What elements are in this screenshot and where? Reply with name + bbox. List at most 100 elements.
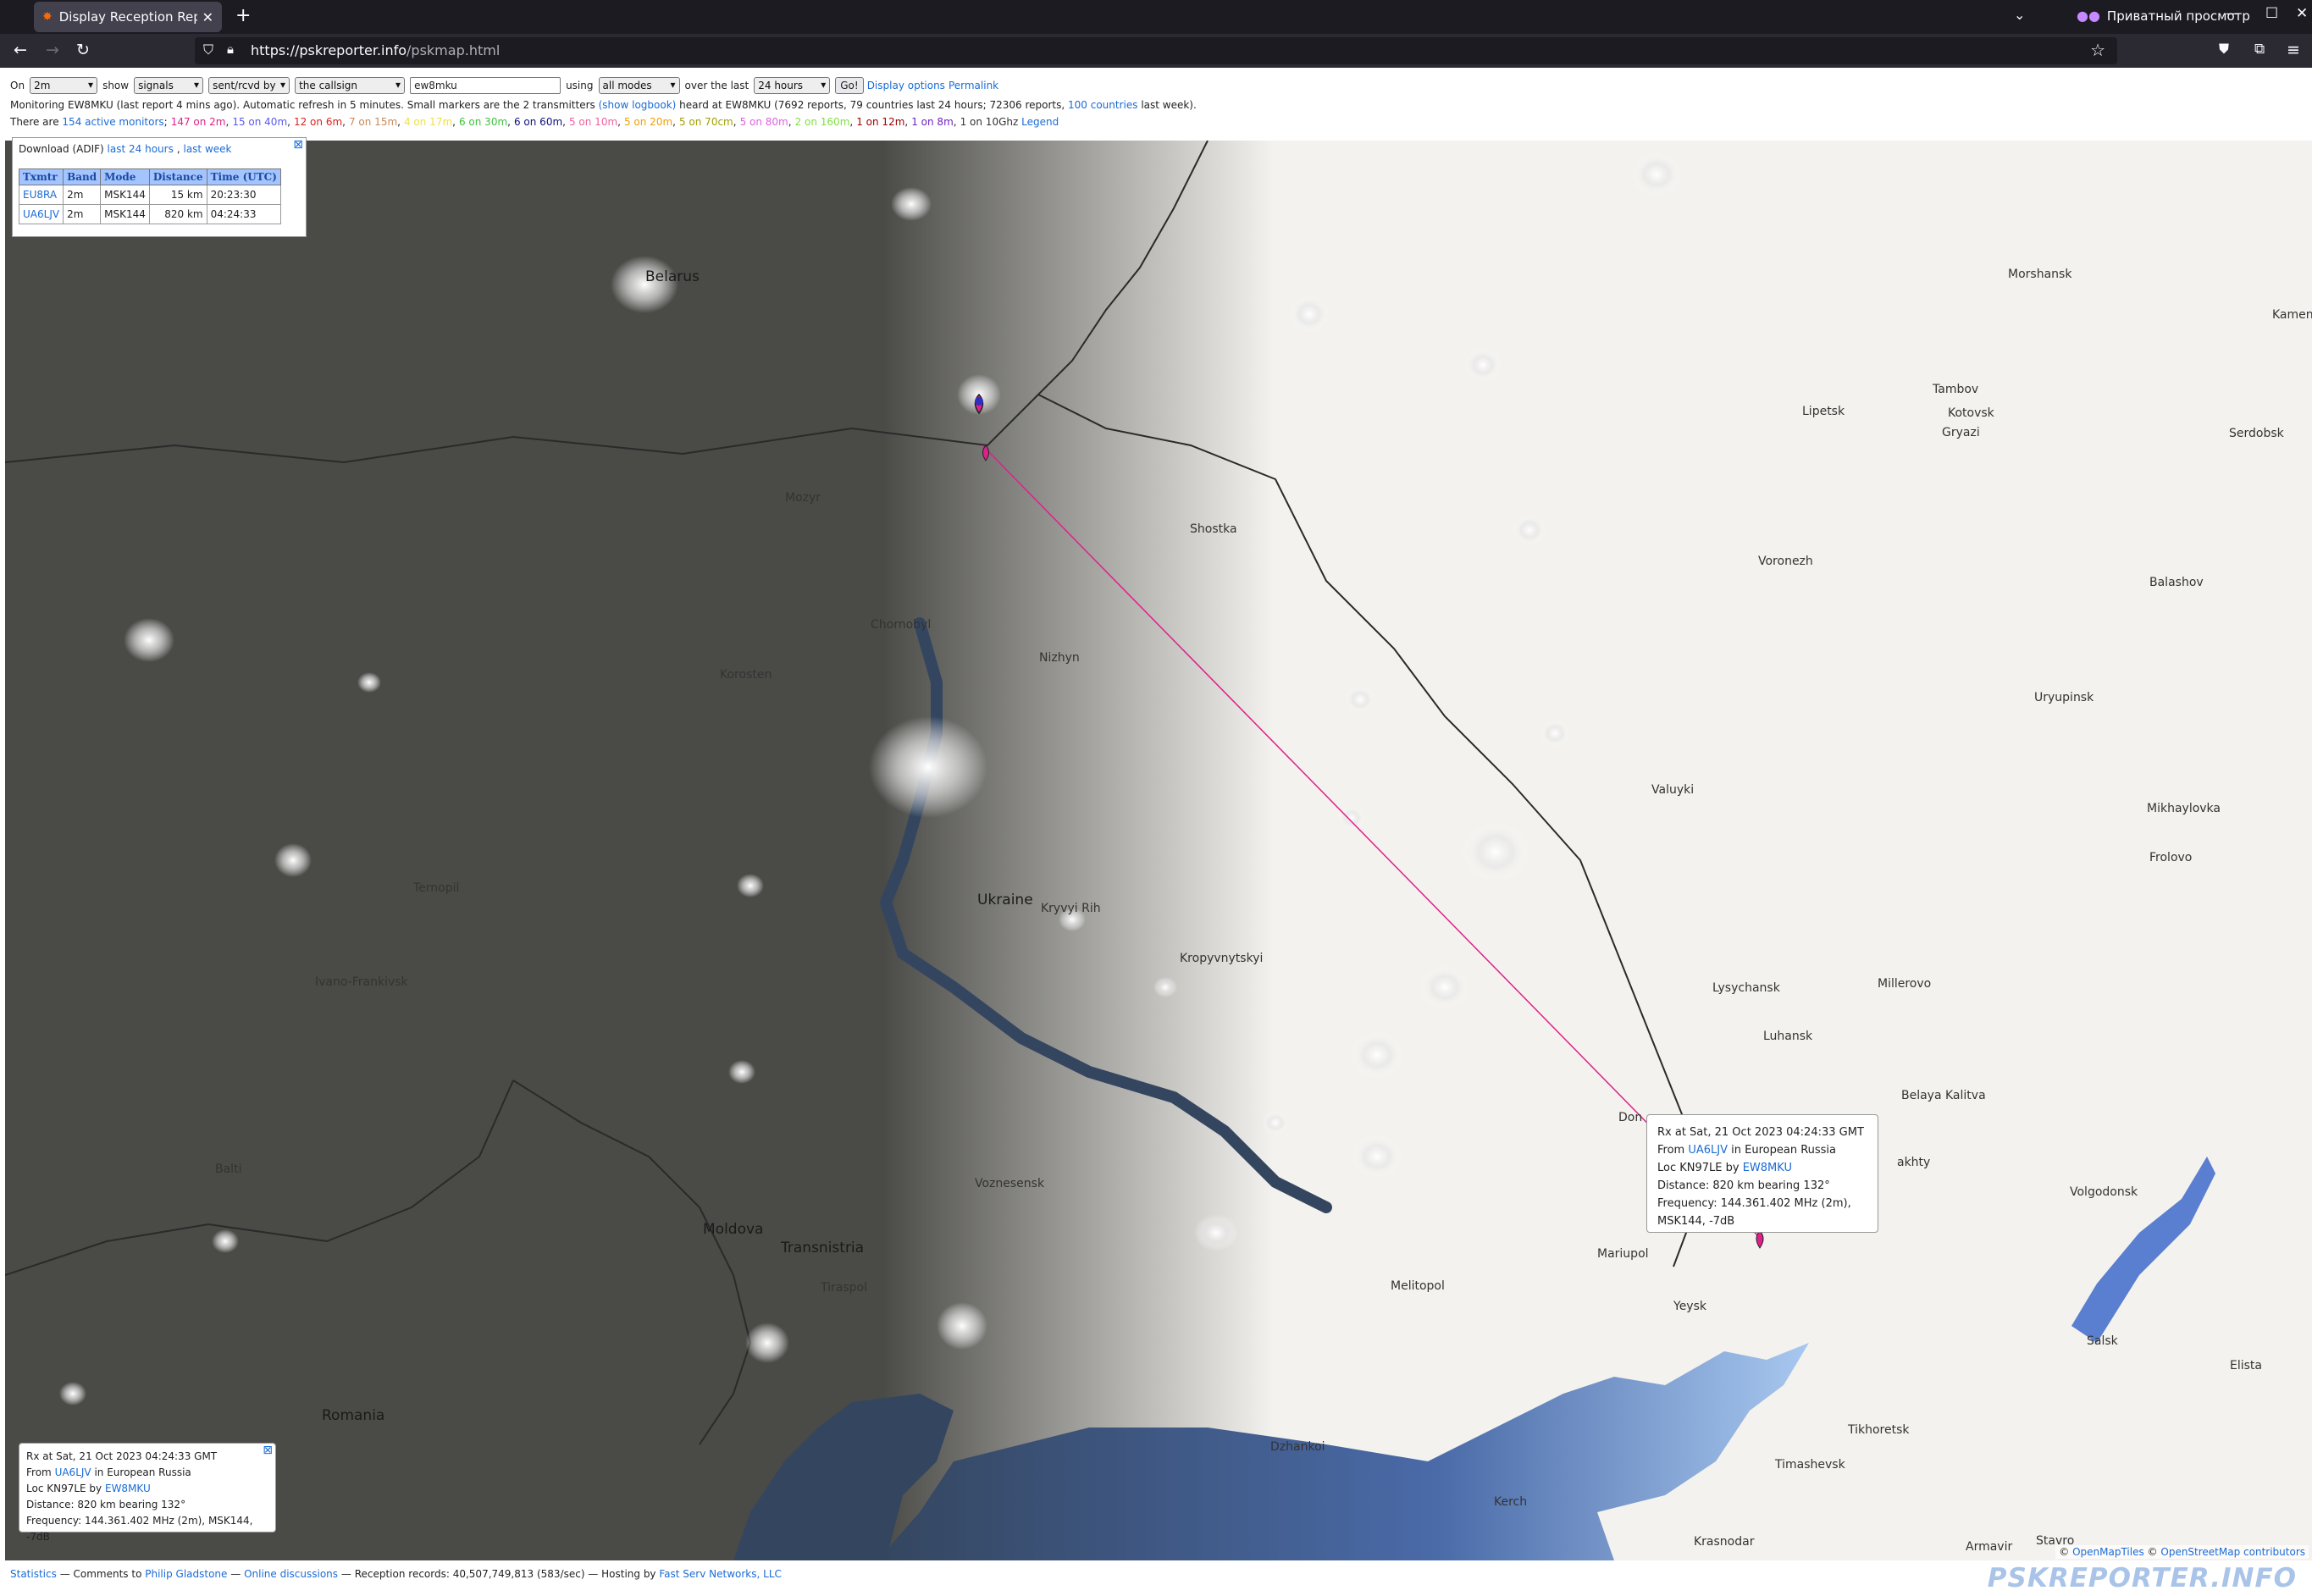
- online-discussions-link[interactable]: Online discussions: [244, 1568, 338, 1580]
- map-attribution: © OpenMapTiles © OpenStreetMap contribut…: [2055, 1545, 2309, 1559]
- map-place-label: Gryazi: [1942, 426, 1980, 439]
- url-text[interactable]: https://pskreporter.info/pskmap.html: [251, 42, 500, 58]
- reception-map[interactable]: Belarus Ukraine Moldova Transnistria Romania…: [5, 141, 2312, 1560]
- browser-tab-bar: ✸ Display Reception Report ✕ + ⌄ ●● Прив…: [0, 0, 2312, 34]
- map-place-label: Tambov: [1933, 383, 1979, 396]
- map-place-label: Luhansk: [1763, 1030, 1813, 1043]
- popup-from-callsign-link[interactable]: UA6LJV: [1688, 1144, 1728, 1157]
- bookmark-star-icon[interactable]: ☆: [2090, 40, 2105, 60]
- column-header[interactable]: Mode: [100, 168, 150, 185]
- table-cell: 15 km: [148, 185, 207, 205]
- browser-tab[interactable]: ✸ Display Reception Report ✕: [34, 2, 222, 32]
- period-select[interactable]: 24 hours: [754, 77, 831, 94]
- target-select[interactable]: the callsign: [295, 77, 406, 94]
- map-place-label: Moldova: [703, 1221, 764, 1238]
- band-select[interactable]: 2m: [30, 77, 98, 94]
- site-favicon-icon: ✸: [42, 10, 53, 24]
- band-count: 15 on 40m: [232, 116, 288, 128]
- table-cell: MSK144: [100, 204, 150, 224]
- back-icon[interactable]: ←: [14, 41, 27, 59]
- band-count: 2 on 160m: [794, 116, 850, 128]
- maximize-icon[interactable]: ☐: [2265, 5, 2278, 22]
- transmitter-link[interactable]: UA6LJV: [23, 208, 59, 220]
- column-header[interactable]: Txmtr: [18, 168, 64, 185]
- report-controls: On 2m show signals sent/rcvd by the call…: [0, 68, 2312, 141]
- table-cell[interactable]: UA6LJV: [18, 204, 64, 224]
- filter-form: On 2m show signals sent/rcvd by the call…: [10, 77, 1002, 94]
- table-cell[interactable]: EU8RA: [18, 185, 64, 205]
- column-header[interactable]: Time (UTC): [206, 168, 281, 185]
- map-place-label: Mozyr: [785, 491, 821, 505]
- map-place-label: Mariupol: [1597, 1247, 1649, 1261]
- extensions-icon[interactable]: ⧉: [2254, 41, 2265, 58]
- map-place-label: Dzhankoi: [1270, 1440, 1325, 1454]
- download-header: Download (ADIF) last 24 hours, last week: [19, 143, 232, 155]
- show-logbook-link[interactable]: (show logbook): [599, 99, 677, 111]
- map-place-label: Lipetsk: [1802, 405, 1845, 418]
- shield-icon[interactable]: ⛉: [203, 41, 213, 58]
- table-cell: 04:24:33: [206, 204, 281, 224]
- callsign-input[interactable]: ew8mku: [410, 77, 561, 94]
- column-header[interactable]: Distance: [148, 168, 207, 185]
- over-label: over the last: [684, 80, 749, 91]
- map-place-label: Frolovo: [2149, 851, 2193, 864]
- pocket-icon[interactable]: ⛊: [2219, 41, 2229, 58]
- panel-from-callsign-link[interactable]: UA6LJV: [55, 1466, 91, 1478]
- table-cell: MSK144: [100, 185, 150, 205]
- mode-select[interactable]: all modes: [598, 77, 680, 94]
- reload-icon[interactable]: ↻: [76, 41, 90, 59]
- panel-from: From UA6LJV in European Russia: [26, 1466, 191, 1478]
- map-place-label: Yeysk: [1673, 1300, 1706, 1313]
- legend-link[interactable]: Legend: [1021, 116, 1059, 128]
- countries-link[interactable]: 100 countries: [1068, 99, 1137, 111]
- reception-popup: Rx at Sat, 21 Oct 2023 04:24:33 GMT From…: [1646, 1114, 1878, 1233]
- philip-gladstone-link[interactable]: Philip Gladstone: [145, 1568, 227, 1580]
- show-label: show: [102, 80, 130, 91]
- close-icon[interactable]: ⊠: [263, 1443, 273, 1459]
- band-count: 12 on 6m: [293, 116, 343, 128]
- map-place-label: Tiraspol: [821, 1281, 867, 1295]
- chevron-down-icon[interactable]: ⌄: [2014, 7, 2025, 23]
- band-count: 4 on 17m: [403, 116, 453, 128]
- lock-icon[interactable]: 🔒︎: [227, 41, 234, 57]
- map-place-label: Don: [1618, 1111, 1643, 1124]
- popup-by-callsign-link[interactable]: EW8MKU: [1743, 1162, 1792, 1174]
- osm-link[interactable]: OpenStreetMap contributors: [2160, 1546, 2305, 1558]
- close-tab-icon[interactable]: ✕: [202, 9, 213, 25]
- go-button[interactable]: Go!: [835, 77, 864, 94]
- band-count: 5 on 70cm: [678, 116, 733, 128]
- address-bar[interactable]: ⛉ 🔒︎ https://pskreporter.info/pskmap.htm…: [195, 37, 2117, 64]
- last-24-hours-link[interactable]: last 24 hours: [108, 143, 174, 155]
- band-count: 5 on 80m: [739, 116, 788, 128]
- active-monitors-link[interactable]: 154 active monitors: [62, 116, 163, 128]
- statistics-link[interactable]: Statistics: [10, 1568, 57, 1580]
- close-icon[interactable]: ⊠: [293, 138, 303, 152]
- openmaptiles-link[interactable]: OpenMapTiles: [2072, 1546, 2144, 1558]
- map-place-label: Millerovo: [1878, 977, 1932, 991]
- panel-by-callsign-link[interactable]: EW8MKU: [105, 1483, 151, 1494]
- map-place-label: Kropyvnytskyi: [1180, 952, 1264, 965]
- new-tab-icon[interactable]: +: [235, 5, 251, 26]
- map-place-label: Voznesensk: [975, 1177, 1045, 1190]
- transmitter-link[interactable]: EU8RA: [23, 189, 57, 201]
- permalink-link[interactable]: Permalink: [949, 80, 998, 91]
- show-select[interactable]: signals: [134, 77, 204, 94]
- map-place-label: Armavir: [1966, 1540, 2013, 1554]
- display-options-link[interactable]: Display options: [867, 80, 945, 91]
- last-week-link[interactable]: last week: [183, 143, 231, 155]
- direction-select[interactable]: sent/rcvd by: [208, 77, 290, 94]
- map-place-label: Romania: [322, 1407, 385, 1424]
- hosting-link[interactable]: Fast Serv Networks, LLC: [659, 1568, 782, 1580]
- panel-loc: Loc KN97LE by EW8MKU: [26, 1483, 151, 1494]
- table-row: UA6LJV 2m MSK144 820 km 04:24:33: [18, 204, 281, 224]
- menu-icon[interactable]: ≡: [2287, 41, 2300, 59]
- band-count: 1 on 8m: [911, 116, 954, 128]
- map-canvas[interactable]: [5, 141, 2312, 1560]
- map-place-label: Uryupinsk: [2034, 691, 2094, 704]
- close-window-icon[interactable]: ✕: [2296, 5, 2308, 22]
- minimize-icon[interactable]: —: [2226, 5, 2240, 22]
- table-body: EU8RA 2m MSK144 15 km 20:23:30 UA6LJV 2m MSK144…: [18, 185, 281, 224]
- column-header[interactable]: Band: [63, 168, 102, 185]
- band-count: 1 on 12m: [856, 116, 905, 128]
- forward-icon[interactable]: →: [46, 41, 59, 59]
